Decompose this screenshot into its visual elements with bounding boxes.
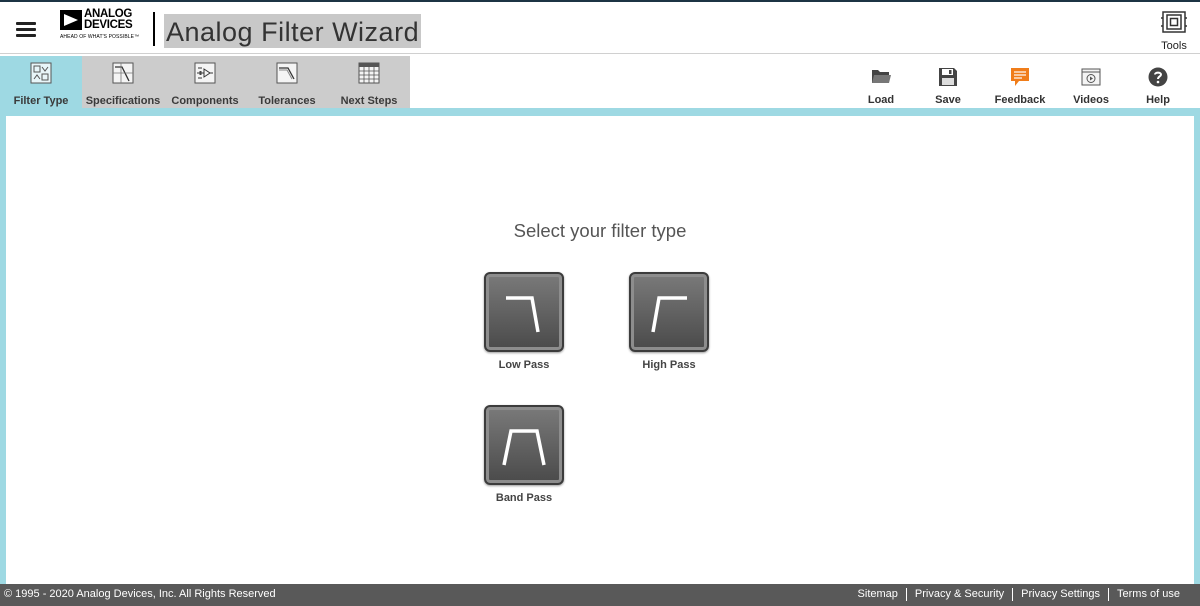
app-title: Analog Filter Wizard — [164, 14, 422, 48]
footer-link-privacy-security[interactable]: Privacy & Security — [905, 588, 1012, 601]
feedback-button[interactable]: Feedback — [995, 56, 1045, 108]
page-title: Select your filter type — [513, 220, 687, 241]
content-frame: Select your filter type Low Pass High Pa… — [0, 108, 1200, 584]
step-specifications[interactable]: Specifications — [82, 56, 164, 108]
components-icon — [194, 62, 216, 84]
toolbar: Filter Type Specifications Components To… — [0, 56, 1200, 108]
high-pass-icon — [651, 296, 687, 333]
app-header: ANALOG DEVICES AHEAD OF WHAT'S POSSIBLE™… — [0, 0, 1200, 54]
hamburger-menu-icon[interactable] — [16, 22, 36, 38]
save-button[interactable]: Save — [929, 56, 967, 108]
logo-triangle-icon — [60, 10, 82, 30]
specifications-icon — [112, 62, 134, 84]
step-label: Tolerances — [258, 95, 316, 107]
wizard-steps: Filter Type Specifications Components To… — [0, 56, 410, 108]
analog-devices-logo[interactable]: ANALOG DEVICES AHEAD OF WHAT'S POSSIBLE™ — [60, 8, 150, 44]
load-button[interactable]: Load — [862, 56, 900, 108]
footer-link-terms-of-use[interactable]: Terms of use — [1108, 588, 1188, 601]
floppy-disk-icon — [939, 68, 957, 86]
videos-button[interactable]: Videos — [1072, 56, 1110, 108]
step-label: Specifications — [85, 95, 161, 107]
low-pass-tile — [484, 272, 564, 352]
filter-type-icon — [30, 62, 52, 84]
step-filter-type[interactable]: Filter Type — [0, 56, 82, 108]
step-tolerances[interactable]: Tolerances — [246, 56, 328, 108]
action-label: Help — [1146, 94, 1170, 106]
logo-tagline: AHEAD OF WHAT'S POSSIBLE™ — [60, 34, 140, 40]
action-label: Feedback — [994, 94, 1046, 106]
low-pass-icon — [506, 296, 540, 333]
footer-link-sitemap[interactable]: Sitemap — [850, 588, 906, 601]
folder-icon — [872, 70, 891, 83]
band-pass-tile — [484, 405, 564, 485]
low-pass-button[interactable]: Low Pass — [484, 272, 564, 371]
tools-button[interactable]: Tools — [1154, 10, 1194, 52]
high-pass-label: High Pass — [642, 359, 696, 371]
tools-label: Tools — [1161, 40, 1187, 52]
high-pass-button[interactable]: High Pass — [629, 272, 709, 371]
high-pass-tile — [629, 272, 709, 352]
copyright-text: © 1995 - 2020 Analog Devices, Inc. All R… — [4, 588, 276, 600]
help-button[interactable]: Help — [1139, 56, 1177, 108]
tools-icon — [1161, 11, 1187, 33]
content-panel: Select your filter type Low Pass High Pa… — [6, 116, 1194, 584]
logo-divider — [153, 12, 155, 46]
step-label: Filter Type — [13, 95, 69, 107]
tolerances-icon — [276, 62, 298, 84]
question-mark-icon — [1148, 67, 1168, 87]
step-next-steps[interactable]: Next Steps — [328, 56, 410, 108]
step-components[interactable]: Components — [164, 56, 246, 108]
step-label: Next Steps — [340, 95, 398, 107]
footer: © 1995 - 2020 Analog Devices, Inc. All R… — [0, 584, 1200, 606]
footer-link-privacy-settings[interactable]: Privacy Settings — [1012, 588, 1108, 601]
action-label: Save — [935, 94, 961, 106]
logo-text-line2: DEVICES — [84, 19, 133, 31]
speech-bubble-icon — [1011, 68, 1029, 86]
band-pass-button[interactable]: Band Pass — [484, 405, 564, 504]
footer-links: Sitemap Privacy & Security Privacy Setti… — [850, 588, 1188, 601]
band-pass-label: Band Pass — [495, 492, 553, 504]
next-steps-icon — [358, 62, 380, 84]
band-pass-icon — [502, 429, 546, 466]
video-icon — [1081, 68, 1101, 86]
step-label: Components — [171, 95, 239, 107]
low-pass-label: Low Pass — [498, 359, 550, 371]
